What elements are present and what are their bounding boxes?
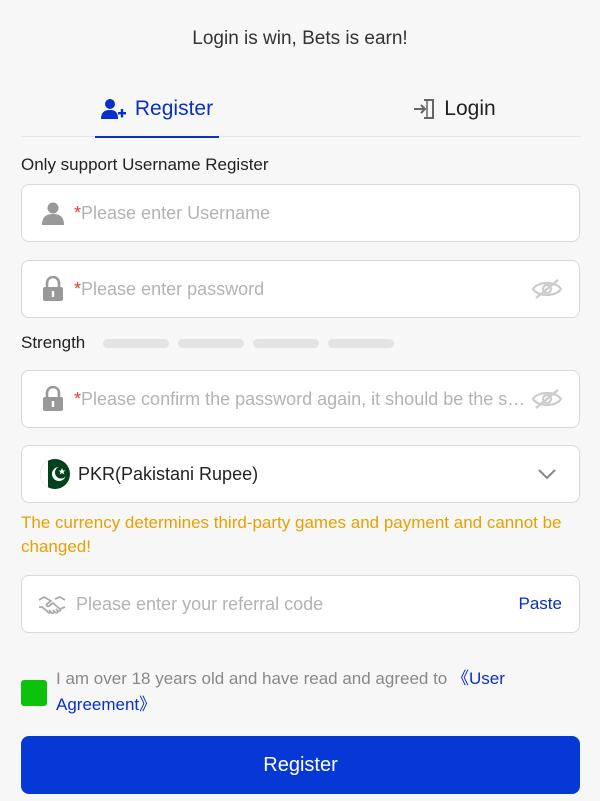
required-mark: *: [74, 278, 82, 299]
auth-tabs: Register Login: [21, 80, 581, 138]
strength-bar: [253, 339, 319, 348]
user-plus-icon: [100, 98, 126, 119]
eye-off-icon[interactable]: [529, 388, 565, 410]
eye-off-icon[interactable]: [529, 278, 565, 300]
tab-login-label: Login: [444, 96, 496, 120]
slogan: Login is win, Bets is earn!: [192, 28, 408, 49]
referral-code-input[interactable]: Please enter your referral code: [76, 594, 519, 615]
strength-bar: [328, 339, 394, 348]
register-mode-label: Only support Username Register: [21, 155, 269, 174]
agreement-text: I am over 18 years old and have read and…: [56, 666, 576, 718]
strength-bar: [178, 339, 244, 348]
confirm-password-field[interactable]: * Please confirm the password again, it …: [21, 370, 580, 428]
tab-register-label: Register: [134, 96, 214, 120]
register-button[interactable]: Register: [21, 736, 580, 794]
currency-value: PKR(Pakistani Rupee): [78, 463, 259, 484]
referral-field[interactable]: Please enter your referral code Paste: [21, 575, 580, 633]
lock-icon: [38, 386, 68, 412]
username-input[interactable]: Please enter Username: [81, 203, 579, 224]
username-field[interactable]: * Please enter Username: [21, 184, 580, 242]
required-mark: *: [74, 388, 82, 409]
password-input[interactable]: Please enter password: [81, 279, 529, 300]
chevron-down-icon: [529, 468, 565, 480]
tab-register[interactable]: Register: [95, 80, 219, 138]
currency-warning: The currency determines third-party game…: [21, 513, 562, 556]
paste-button[interactable]: Paste: [519, 594, 562, 614]
lock-icon: [38, 276, 68, 302]
pakistan-flag-icon: [40, 459, 70, 489]
user-icon: [38, 201, 68, 225]
strength-bar: [103, 339, 169, 348]
currency-select[interactable]: PKR(Pakistani Rupee): [21, 445, 580, 503]
required-mark: *: [74, 202, 82, 223]
handshake-icon: [38, 594, 66, 614]
strength-label: Strength: [21, 333, 86, 352]
login-door-icon: [414, 98, 435, 119]
confirm-password-input[interactable]: Please confirm the password again, it sh…: [81, 389, 529, 410]
agreement-statement: I am over 18 years old and have read and…: [56, 669, 452, 688]
agreement-checkbox[interactable]: [21, 680, 47, 706]
tab-login[interactable]: Login: [399, 80, 509, 137]
password-strength-meter: [103, 339, 394, 348]
password-field[interactable]: * Please enter password: [21, 260, 580, 318]
